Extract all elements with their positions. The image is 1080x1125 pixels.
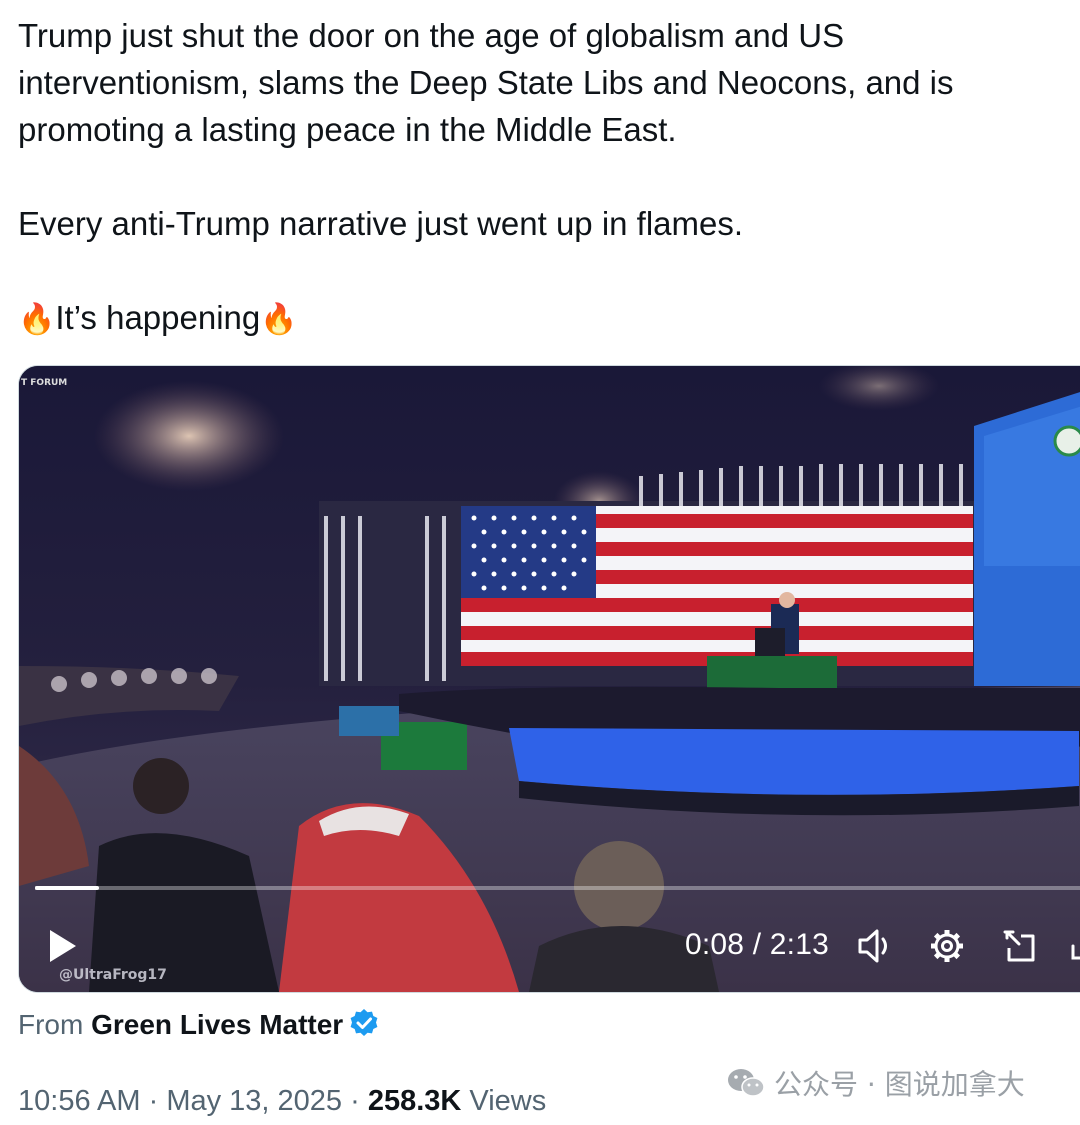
fire-emoji: 🔥 xyxy=(260,303,298,336)
post-date[interactable]: May 13, 2025 xyxy=(166,1085,342,1117)
video-controls: 0:08 / 2:13 xyxy=(19,914,1080,974)
video-progress-bar[interactable] xyxy=(35,886,1080,890)
video-attribution: From Green Lives Matter xyxy=(18,1008,379,1041)
fullscreen-icon[interactable] xyxy=(1067,926,1080,966)
video-frame xyxy=(19,366,1080,992)
tweet-meta: 10:56 AM · May 13, 2025 · 258.3K Views xyxy=(18,1085,546,1118)
american-flag-screen xyxy=(461,506,973,666)
views-label: Views xyxy=(461,1085,547,1117)
wechat-icon xyxy=(728,1069,765,1097)
video-player[interactable]: T FORUM 0:08 / 2:13 @UltraFrog17 xyxy=(18,365,1080,993)
views-count: 258.3K xyxy=(367,1085,462,1117)
volume-icon[interactable] xyxy=(855,926,895,966)
happening-text: It’s happening xyxy=(55,299,261,336)
fire-emoji: 🔥 xyxy=(18,303,56,336)
wechat-watermark: 公众号 · 图说加拿大 xyxy=(726,1063,1025,1103)
tweet-text: Trump just shut the door on the age of g… xyxy=(18,12,1068,343)
settings-icon[interactable] xyxy=(927,926,967,966)
separator: · xyxy=(140,1085,167,1117)
author-name[interactable]: Green Lives Matter xyxy=(91,1009,343,1040)
video-progress-fill xyxy=(35,886,99,890)
tweet-paragraph-3: 🔥It’s happening🔥 xyxy=(18,294,1068,343)
picture-in-picture-icon[interactable] xyxy=(999,926,1039,966)
tweet-paragraph-1: Trump just shut the door on the age of g… xyxy=(18,17,954,148)
tweet-paragraph-2: Every anti-Trump narrative just went up … xyxy=(18,205,744,242)
video-time: 0:08 / 2:13 xyxy=(685,928,829,961)
from-label: From xyxy=(18,1009,84,1040)
event-logo-tag: T FORUM xyxy=(21,378,68,388)
video-watermark: @UltraFrog17 xyxy=(59,967,167,983)
verified-badge-icon xyxy=(350,1009,378,1036)
post-time[interactable]: 10:56 AM xyxy=(18,1085,141,1117)
separator: · xyxy=(342,1085,368,1117)
play-icon[interactable] xyxy=(47,928,79,964)
watermark-text: 公众号 · 图说加拿大 xyxy=(774,1068,1025,1101)
